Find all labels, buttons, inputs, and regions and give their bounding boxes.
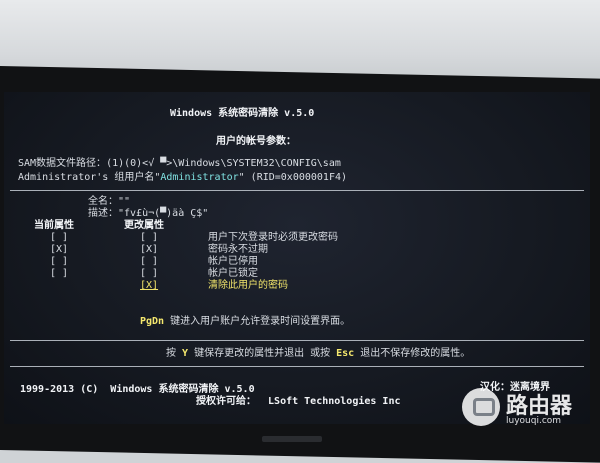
attr-label-3: 帐户已锁定	[208, 268, 258, 279]
fullname-label: 全名：	[88, 196, 118, 207]
router-logo-icon	[462, 388, 500, 426]
change-attr-checkbox-3[interactable]: [ ]	[140, 268, 158, 280]
section-title: 用户的帐号参数：	[216, 136, 296, 147]
group-user-line: Administrator's 组用户名"Administrator" (RID…	[18, 172, 347, 184]
save-hint: 按 Y 键保存更改的属性并退出 或按 Esc 退出不保存修改的属性。	[166, 348, 470, 360]
attr-label-0: 用户下次登录时必须更改密码	[208, 232, 338, 243]
fullname-value: ""	[118, 196, 131, 207]
group-prefix: Administrator's 组用户名"	[18, 172, 161, 183]
app-title: Windows 系统密码清除 v.5.0	[170, 108, 315, 119]
dos-screen: Windows 系统密码清除 v.5.0 用户的帐号参数： SAM数据文件路径：…	[4, 92, 590, 424]
watermark: 路由器 luyouqi.com	[462, 384, 592, 434]
fullname-line: 全名：""	[88, 196, 130, 208]
save-pre: 按	[166, 348, 183, 359]
current-attr-0: [ ]	[50, 232, 69, 243]
exit-key-esc[interactable]: Esc	[336, 348, 354, 359]
monitor-brand-badge	[262, 436, 322, 442]
watermark-en: luyouqi.com	[506, 416, 562, 426]
sam-path-line: SAM数据文件路径：(1)(0)<√ ▀>\Windows\SYSTEM32\C…	[18, 158, 341, 170]
current-attributes-header: 当前属性	[34, 220, 74, 231]
separator-top	[10, 190, 584, 191]
description-line: 描述："fv£ù¬(▀)äà Ç$"	[88, 208, 208, 220]
attr-label-1: 密码永不过期	[208, 244, 268, 255]
save-post: 退出不保存修改的属性。	[354, 348, 471, 359]
attr-label-2: 帐户已停用	[208, 256, 258, 267]
current-attr-2: [ ]	[50, 256, 69, 267]
change-attr-checkbox-1[interactable]: [X]	[140, 244, 158, 256]
group-suffix: " (RID=0x000001F4)	[238, 172, 348, 183]
sam-path-label: SAM数据文件路径：	[18, 158, 107, 169]
license-line: 授权许可给： LSoft Technologies Inc	[196, 396, 401, 407]
description-label: 描述：	[88, 208, 118, 219]
group-user-name: Administrator	[160, 172, 239, 183]
current-attr-3: [ ]	[50, 268, 69, 279]
change-attr-checkbox-0[interactable]: [ ]	[140, 232, 158, 244]
pgdn-hint: PgDn 键进入用户账户允许登录时间设置界面。	[140, 316, 350, 328]
attr-label-4: 清除此用户的密码	[208, 280, 288, 291]
current-attr-1: [X]	[50, 244, 69, 255]
separator-footer	[10, 366, 584, 367]
change-attr-checkbox-2[interactable]: [ ]	[140, 256, 158, 268]
change-attributes-header: 更改属性	[124, 220, 164, 231]
change-attr-checkbox-4[interactable]: [X]	[140, 280, 158, 292]
sam-path-value: (1)(0)<√ ▀>\Windows\SYSTEM32\CONFIG\sam	[106, 158, 341, 169]
pgdn-text: 键进入用户账户允许登录时间设置界面。	[164, 316, 351, 327]
pgdn-key[interactable]: PgDn	[140, 316, 164, 327]
copyright-line: 1999-2013 (C) Windows 系统密码清除 v.5.0	[20, 384, 255, 395]
separator-bottom	[10, 340, 584, 341]
description-value: "fv£ù¬(▀)äà Ç$"	[118, 208, 209, 219]
save-mid: 键保存更改的属性并退出 或按	[188, 348, 337, 359]
